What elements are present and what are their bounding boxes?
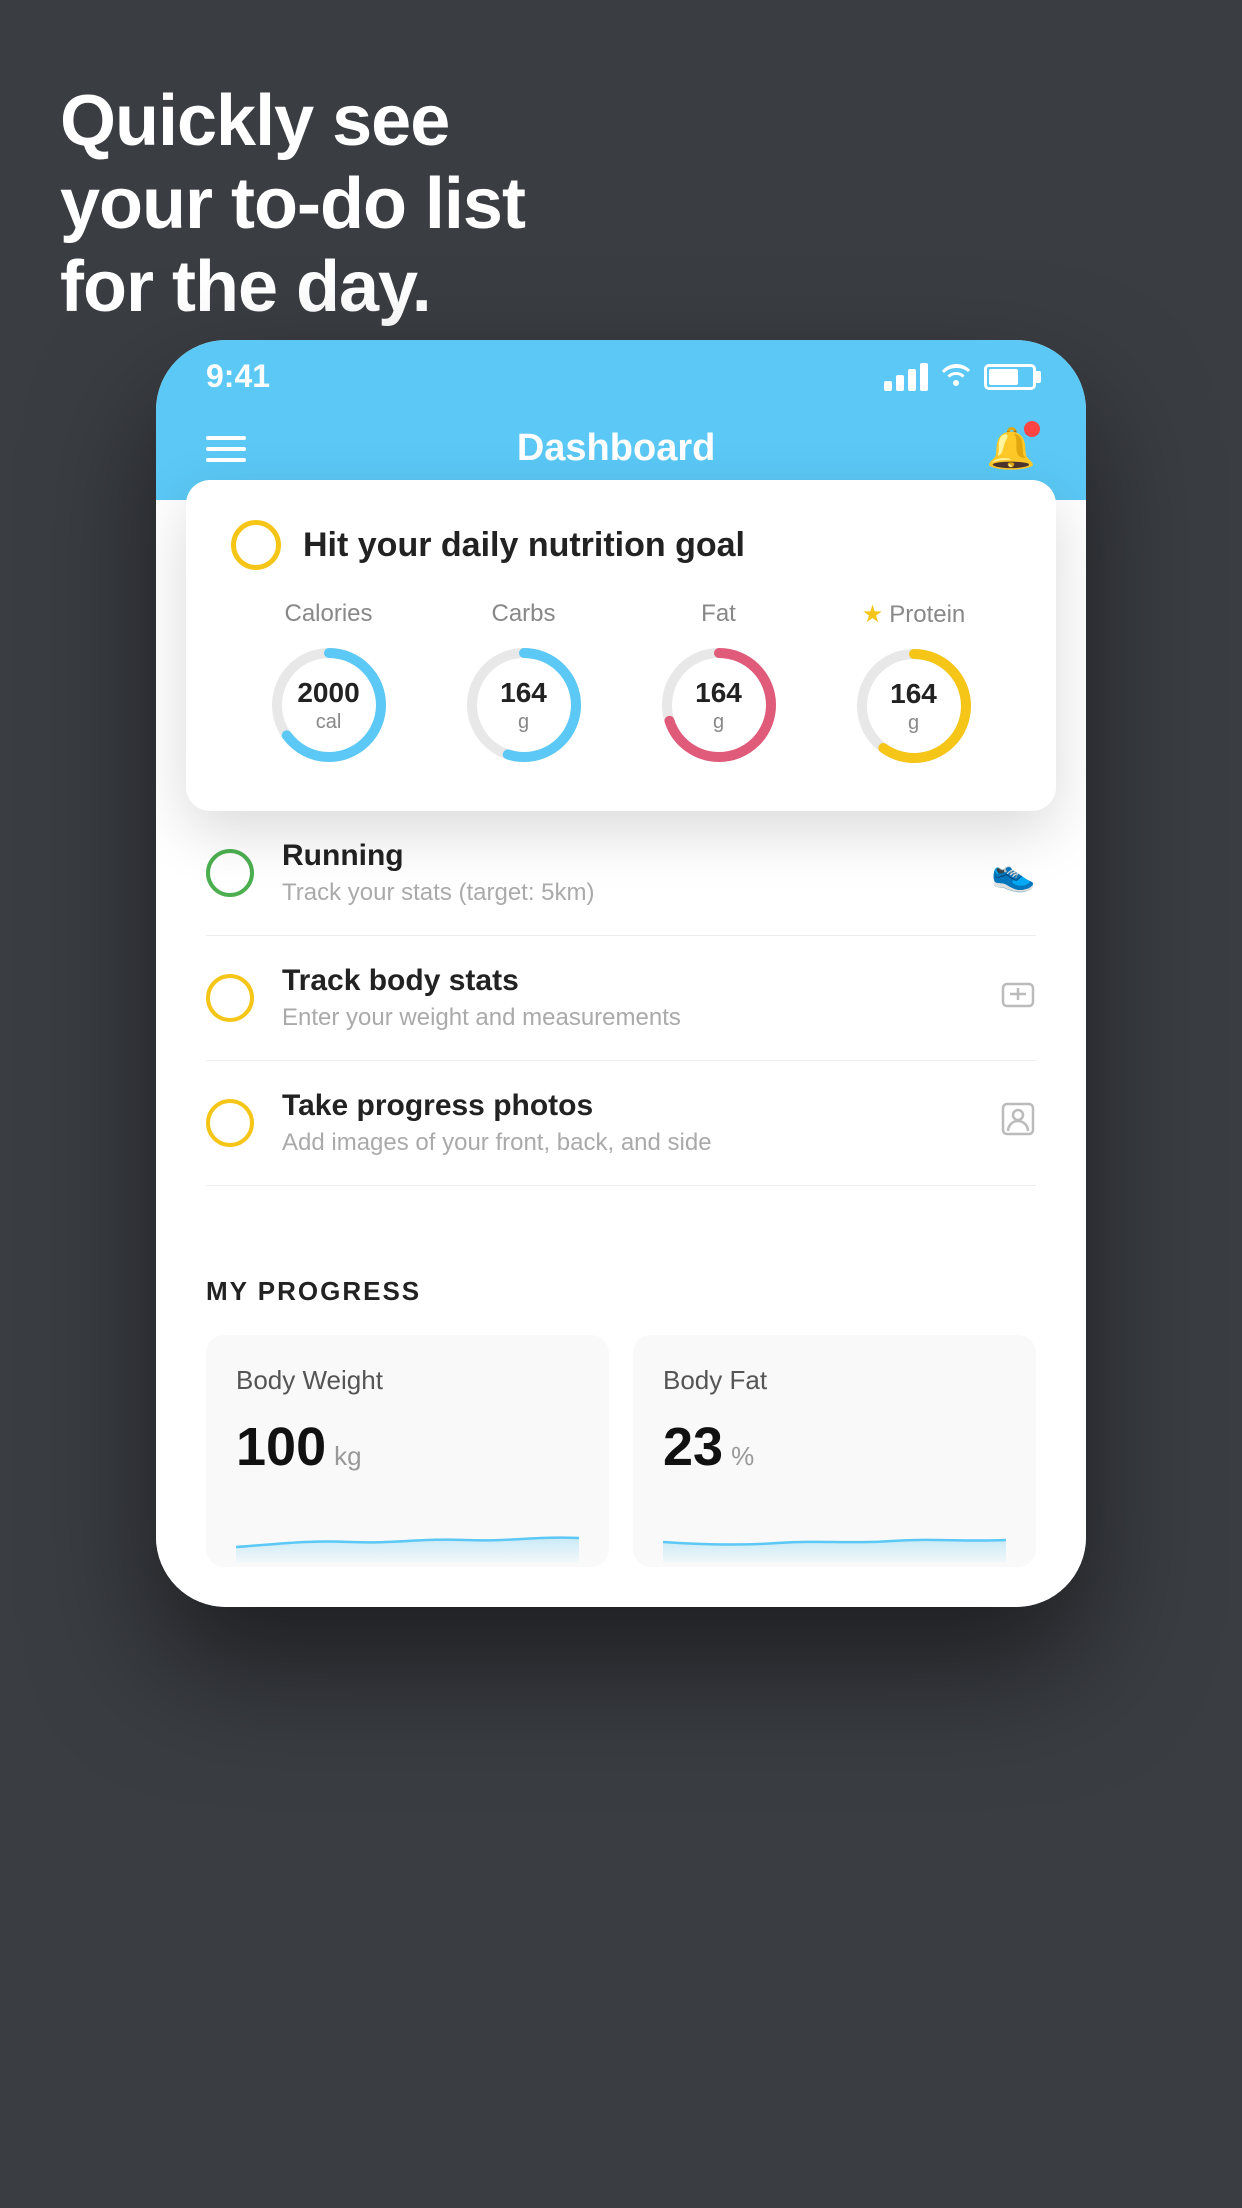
body-weight-value: 100 — [236, 1416, 326, 1478]
carbs-value: 164 — [500, 676, 547, 710]
notification-dot — [1024, 421, 1040, 437]
star-icon: ★ — [862, 600, 884, 629]
fat-value: 164 — [695, 676, 742, 710]
status-bar: 9:41 — [156, 340, 1086, 405]
nutrition-circles: Calories 2000 cal — [231, 600, 1011, 771]
protein-value: 164 — [890, 677, 937, 711]
nutrition-calories: Calories 2000 cal — [264, 600, 394, 770]
menu-button[interactable] — [206, 436, 246, 462]
todo-item-running[interactable]: Running Track your stats (target: 5km) 👟 — [206, 811, 1036, 936]
todo-text-running: Running Track your stats (target: 5km) — [282, 839, 963, 907]
protein-label: ★ Protein — [862, 600, 966, 629]
calories-label: Calories — [284, 600, 372, 628]
fat-ring: 164 g — [654, 640, 784, 770]
calories-value: 2000 — [297, 676, 359, 710]
progress-section: MY PROGRESS Body Weight 100 kg — [156, 1226, 1086, 1607]
progress-cards: Body Weight 100 kg — [206, 1335, 1036, 1567]
running-icon: 👟 — [991, 852, 1036, 894]
status-icons — [884, 360, 1036, 393]
todo-item-photos[interactable]: Take progress photos Add images of your … — [206, 1061, 1036, 1186]
nutrition-carbs: Carbs 164 g — [459, 600, 589, 770]
calories-ring: 2000 cal — [264, 640, 394, 770]
todo-circle-body-stats — [206, 974, 254, 1022]
body-fat-title: Body Fat — [663, 1365, 1006, 1396]
headline-line1: Quickly see — [60, 80, 525, 163]
body-fat-value: 23 — [663, 1416, 723, 1478]
nutrition-fat: Fat 164 g — [654, 600, 784, 770]
nutrition-check-circle — [231, 520, 281, 570]
progress-section-label: MY PROGRESS — [206, 1276, 1036, 1307]
todo-item-body-stats[interactable]: Track body stats Enter your weight and m… — [206, 936, 1036, 1061]
todo-circle-photos — [206, 1099, 254, 1147]
carbs-label: Carbs — [491, 600, 555, 628]
body-fat-chart — [663, 1502, 1006, 1562]
todo-subtitle-body-stats: Enter your weight and measurements — [282, 1004, 972, 1032]
fat-label: Fat — [701, 600, 736, 628]
signal-bars-icon — [884, 363, 928, 391]
body-weight-unit: kg — [334, 1441, 361, 1472]
phone: 9:41 — [156, 340, 1086, 1607]
todo-text-body-stats: Track body stats Enter your weight and m… — [282, 964, 972, 1032]
person-icon — [1000, 1101, 1036, 1146]
phone-wrapper: 9:41 — [156, 340, 1086, 1607]
todo-title-body-stats: Track body stats — [282, 964, 972, 998]
body-fat-unit: % — [731, 1441, 754, 1472]
body-weight-card[interactable]: Body Weight 100 kg — [206, 1335, 609, 1567]
nutrition-protein: ★ Protein 164 g — [849, 600, 979, 771]
body-weight-title: Body Weight — [236, 1365, 579, 1396]
carbs-ring: 164 g — [459, 640, 589, 770]
notification-bell-button[interactable]: 🔔 — [986, 425, 1036, 472]
todo-subtitle-photos: Add images of your front, back, and side — [282, 1129, 972, 1157]
body-fat-card[interactable]: Body Fat 23 % — [633, 1335, 1036, 1567]
todo-circle-running — [206, 849, 254, 897]
battery-icon — [984, 364, 1036, 390]
body-weight-chart — [236, 1502, 579, 1562]
todo-title-running: Running — [282, 839, 963, 873]
headline: Quickly see your to-do list for the day. — [60, 80, 525, 328]
headline-line3: for the day. — [60, 246, 525, 329]
wifi-icon — [940, 360, 972, 393]
content-area: THINGS TO DO TODAY Hit your daily nutrit… — [156, 500, 1086, 1607]
nutrition-card-title: Hit your daily nutrition goal — [303, 526, 745, 565]
protein-ring: 164 g — [849, 641, 979, 771]
status-time: 9:41 — [206, 358, 270, 395]
nutrition-card: Hit your daily nutrition goal Calories 2 — [186, 480, 1056, 811]
todo-subtitle-running: Track your stats (target: 5km) — [282, 879, 963, 907]
app-title: Dashboard — [517, 427, 715, 470]
todo-text-photos: Take progress photos Add images of your … — [282, 1089, 972, 1157]
todo-title-photos: Take progress photos — [282, 1089, 972, 1123]
headline-line2: your to-do list — [60, 163, 525, 246]
scale-icon — [1000, 976, 1036, 1021]
todo-list: Running Track your stats (target: 5km) 👟… — [156, 811, 1086, 1186]
